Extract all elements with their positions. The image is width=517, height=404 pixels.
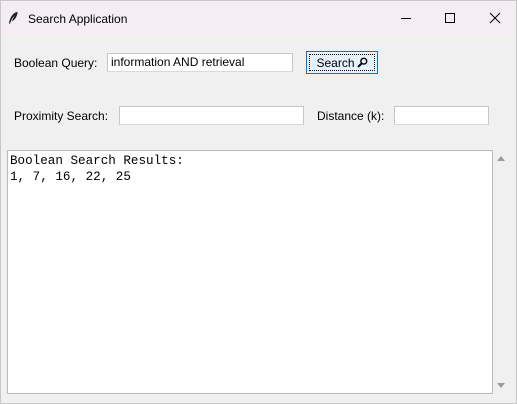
distance-label: Distance (k):	[317, 109, 385, 123]
maximize-button[interactable]	[427, 1, 473, 35]
search-button[interactable]: Search	[306, 51, 378, 74]
feather-icon	[9, 11, 18, 24]
minimize-button[interactable]	[383, 1, 429, 35]
window-title: Search Application	[28, 12, 128, 26]
application-window: Search Application Boolean Query: inform…	[0, 0, 517, 404]
maximize-icon	[445, 13, 455, 23]
search-button-label: Search	[316, 55, 355, 70]
results-textarea[interactable]: Boolean Search Results: 1, 7, 16, 22, 25	[7, 150, 493, 394]
scroll-up-arrow-icon[interactable]	[496, 154, 506, 164]
proximity-search-input[interactable]	[119, 106, 304, 125]
scroll-down-arrow-icon[interactable]	[496, 380, 506, 390]
title-bar[interactable]: Search Application	[1, 1, 516, 35]
close-icon	[489, 12, 501, 24]
vertical-scrollbar[interactable]	[493, 150, 509, 394]
boolean-query-label: Boolean Query:	[14, 56, 98, 70]
boolean-query-input[interactable]: information AND retrieval	[107, 53, 293, 72]
results-line: 1, 7, 16, 22, 25	[10, 170, 131, 184]
close-button[interactable]	[472, 1, 516, 35]
proximity-search-label: Proximity Search:	[14, 109, 109, 123]
distance-input[interactable]	[394, 106, 489, 125]
results-line: Boolean Search Results:	[10, 154, 184, 168]
minimize-icon	[401, 18, 411, 19]
magnifier-icon	[356, 57, 367, 68]
